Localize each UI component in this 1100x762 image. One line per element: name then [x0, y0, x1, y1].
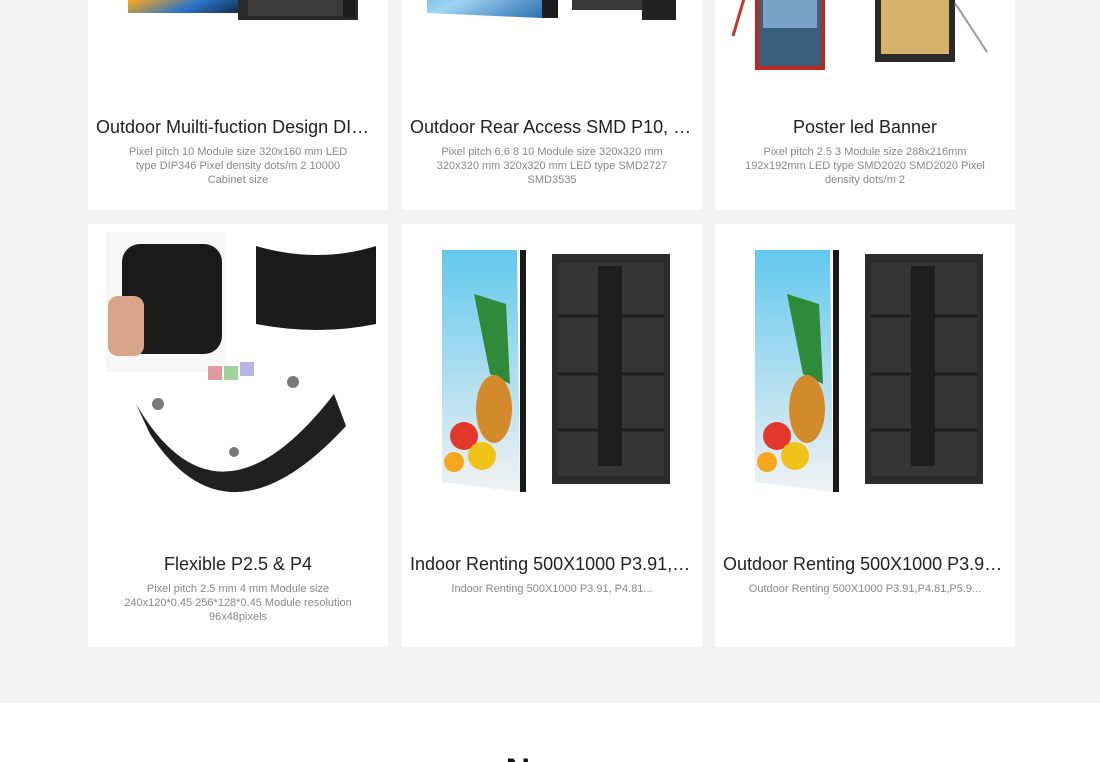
product-desc: Indoor Renting 500X1000 P3.91, P4.81... — [451, 583, 653, 595]
flexible-led-module-image — [106, 232, 376, 493]
product-title[interactable]: Outdoor Renting 500X1000 P3.91,... — [723, 553, 1007, 575]
outdoor-rental-cabinet-image — [755, 250, 983, 492]
product-desc: Pixel pitch 10 Module size 320x160 mm LE… — [128, 146, 348, 186]
product-image[interactable] — [402, 0, 702, 108]
product-desc: Pixel pitch 2.5 mm 4 mm Module size 240x… — [124, 583, 352, 623]
product-image[interactable] — [88, 0, 388, 108]
outdoor-led-cabinet-image — [128, 0, 358, 20]
product-card[interactable]: Outdoor Renting 500X1000 P3.91,... Outdo… — [715, 224, 1015, 647]
news-section: News — [0, 703, 1100, 762]
product-card[interactable]: Poster led Banner Pixel pitch 2.5 3 Modu… — [715, 0, 1015, 210]
product-title[interactable]: Outdoor Rear Access SMD P10, P... — [410, 116, 694, 138]
product-card[interactable]: Outdoor Muilti-fuction Design DIP ... Pi… — [88, 0, 388, 210]
product-desc: Pixel pitch 2.5 3 Module size 288x216mm … — [745, 146, 985, 186]
product-image[interactable] — [715, 224, 1015, 524]
product-desc: Pixel pitch 6.6 8 10 Module size 320x320… — [436, 146, 668, 186]
poster-led-banner-image — [731, 0, 988, 70]
product-card[interactable]: Outdoor Rear Access SMD P10, P... Pixel … — [402, 0, 702, 210]
news-heading: News — [0, 751, 1100, 762]
product-image[interactable] — [402, 224, 702, 524]
product-title[interactable]: Indoor Renting 500X1000 P3.91, P... — [410, 553, 694, 575]
product-title[interactable]: Outdoor Muilti-fuction Design DIP ... — [96, 116, 380, 138]
product-image[interactable] — [88, 224, 388, 524]
product-title[interactable]: Poster led Banner — [723, 116, 1007, 138]
product-card[interactable]: Indoor Renting 500X1000 P3.91, P... Indo… — [402, 224, 702, 647]
indoor-rental-cabinet-image — [442, 250, 670, 492]
product-title[interactable]: Flexible P2.5 & P4 — [96, 553, 380, 575]
product-card[interactable]: Flexible P2.5 & P4 Pixel pitch 2.5 mm 4 … — [88, 224, 388, 647]
product-desc: Outdoor Renting 500X1000 P3.91,P4.81,P5.… — [748, 583, 982, 595]
rear-access-led-cabinet-image — [427, 0, 676, 20]
product-image[interactable] — [715, 0, 1015, 108]
